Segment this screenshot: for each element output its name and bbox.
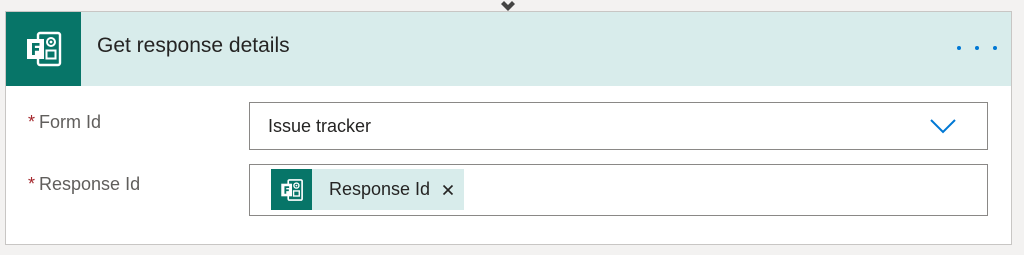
form-id-value: Issue tracker [268, 116, 372, 136]
more-dot [957, 46, 961, 50]
action-card: Get response details * Form Id Issue trac… [5, 11, 1012, 245]
form-id-dropdown[interactable]: Issue tracker [249, 102, 988, 150]
more-dot [975, 46, 979, 50]
required-marker: * [28, 174, 36, 194]
more-dot [993, 46, 997, 50]
response-id-label: * Response Id [28, 174, 140, 195]
close-icon[interactable] [440, 182, 456, 198]
forms-icon [6, 12, 81, 86]
response-id-token[interactable]: Response Id [271, 169, 465, 210]
required-marker: * [28, 112, 36, 132]
form-id-label: * Form Id [28, 112, 101, 133]
response-id-token-label: Response Id [329, 179, 431, 199]
response-id-label-text: Response Id [39, 174, 141, 194]
chevron-down-icon[interactable] [929, 118, 957, 134]
form-id-label-text: Form Id [39, 112, 102, 132]
forms-icon [271, 169, 312, 210]
response-id-input[interactable]: Response Id [249, 164, 988, 216]
action-title: Get response details [97, 34, 290, 57]
more-options-icon[interactable] [957, 38, 997, 58]
action-card-header[interactable]: Get response details [6, 12, 1011, 86]
